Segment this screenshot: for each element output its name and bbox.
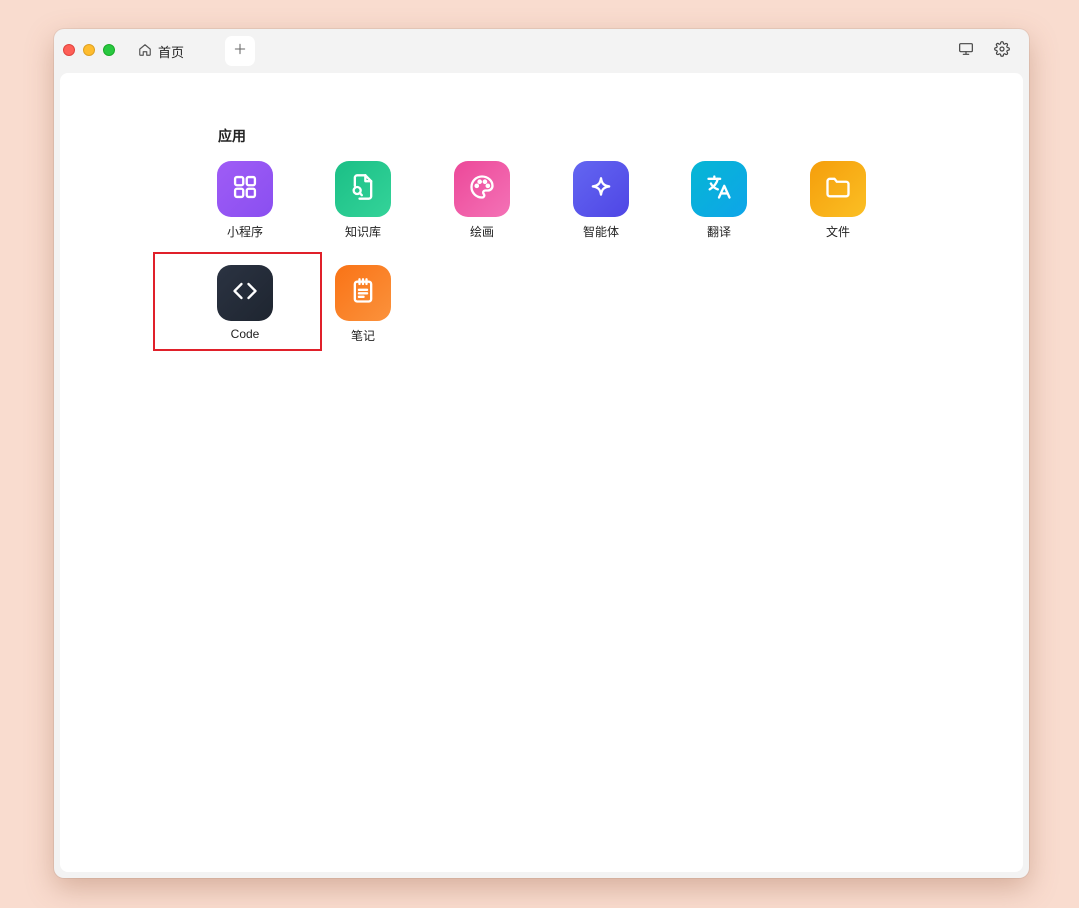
app-tile[interactable]: [810, 161, 866, 217]
app-tile[interactable]: [335, 265, 391, 321]
close-window-button[interactable]: [63, 44, 75, 56]
app-tile[interactable]: [691, 161, 747, 217]
tab-home-label: 首页: [158, 44, 185, 60]
app-code[interactable]: Code: [205, 265, 285, 351]
app-tile[interactable]: [573, 161, 629, 217]
app-label: 笔记: [350, 329, 375, 343]
app-label: 文件: [825, 225, 850, 239]
monitor-icon: [958, 41, 974, 62]
file-search-icon: [349, 173, 377, 206]
app-painting[interactable]: 绘画: [442, 161, 522, 247]
app-agent[interactable]: 智能体: [561, 161, 641, 247]
app-mini-program[interactable]: 小程序: [205, 161, 285, 247]
app-label: 绘画: [469, 225, 494, 239]
app-tile[interactable]: [217, 265, 273, 321]
folder-icon: [824, 173, 852, 206]
app-knowledge-base[interactable]: 知识库: [323, 161, 403, 247]
minimize-window-button[interactable]: [83, 44, 95, 56]
app-window: 首页 应用 小程序 知识库 绘画 智能体 翻译 文件 Code 笔记: [54, 29, 1029, 878]
home-icon: [138, 43, 152, 60]
app-label: 知识库: [344, 225, 381, 239]
app-label: 翻译: [706, 225, 731, 239]
sparkle-icon: [587, 173, 615, 206]
code-icon: [231, 277, 259, 310]
title-bar: 首页: [54, 29, 1029, 73]
notepad-icon: [349, 277, 377, 310]
app-notes[interactable]: 笔记: [323, 265, 403, 351]
app-label: 智能体: [582, 225, 619, 239]
section-title: 应用: [218, 128, 246, 144]
main-content: 应用 小程序 知识库 绘画 智能体 翻译 文件 Code 笔记: [60, 73, 1023, 872]
gear-icon: [994, 40, 1010, 62]
app-tile[interactable]: [335, 161, 391, 217]
grid-icon: [231, 173, 259, 206]
maximize-window-button[interactable]: [103, 44, 115, 56]
app-label: Code: [230, 327, 260, 341]
app-label: 小程序: [226, 225, 263, 239]
screen-button[interactable]: [957, 42, 975, 60]
settings-button[interactable]: [993, 40, 1011, 62]
app-files[interactable]: 文件: [798, 161, 878, 247]
app-tile[interactable]: [217, 161, 273, 217]
plus-icon: [233, 42, 247, 61]
palette-icon: [468, 173, 496, 206]
tab-home[interactable]: 首页: [138, 41, 184, 61]
app-tile[interactable]: [454, 161, 510, 217]
add-tab-button[interactable]: [225, 36, 255, 66]
app-translate[interactable]: 翻译: [679, 161, 759, 247]
translate-icon: [705, 173, 733, 206]
